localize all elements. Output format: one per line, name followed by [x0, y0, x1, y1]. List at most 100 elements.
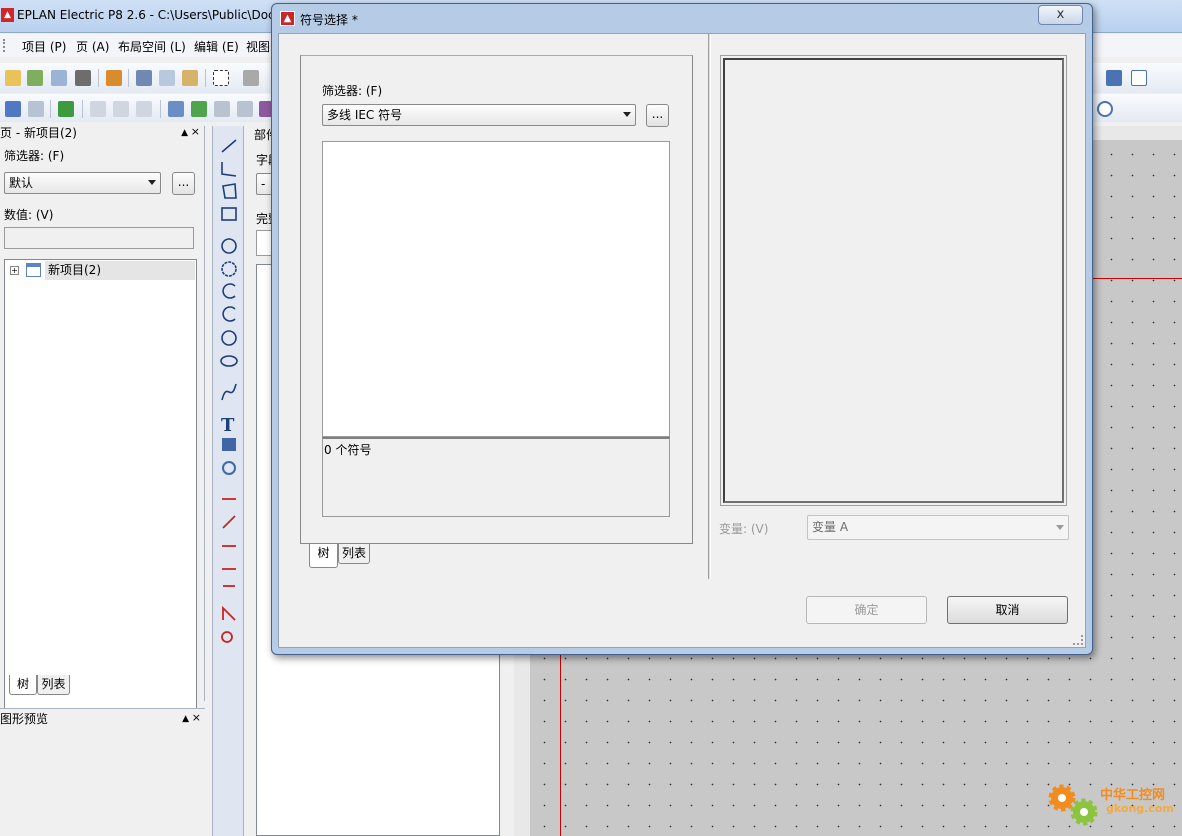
- close-icon[interactable]: ×: [191, 125, 200, 139]
- new-project-icon[interactable]: [5, 70, 21, 86]
- text-frame-icon[interactable]: [1131, 70, 1147, 86]
- tab-list[interactable]: 列表: [338, 544, 370, 564]
- gear-icon: [1048, 784, 1098, 826]
- page-navigator-icon[interactable]: [5, 101, 21, 117]
- eplan-logo-icon: ▲: [1, 8, 14, 22]
- filter-value: 默认: [9, 176, 34, 190]
- line-tool-icon: [221, 139, 237, 153]
- circle-tool-icon: [221, 238, 237, 254]
- chevron-down-icon: [1056, 525, 1064, 530]
- page-border-line-h: [1093, 278, 1182, 279]
- open-project-icon[interactable]: [27, 70, 43, 86]
- crosshair-icon[interactable]: [1097, 101, 1113, 117]
- rectangle-tool-icon: [221, 207, 237, 221]
- dimension-angle-icon: [222, 605, 236, 621]
- dimension-radius-icon: [221, 631, 233, 643]
- preview-panel-title: 图形预览: [0, 712, 49, 726]
- app-title: EPLAN Electric P8 2.6 - C:\Users\Public\…: [17, 8, 283, 22]
- page-panel-title: 页 - 新项目(2): [0, 126, 77, 140]
- copy-icon[interactable]: [159, 70, 175, 86]
- watermark-name: 中华工控网: [1100, 788, 1166, 803]
- arc-tool-icon: [222, 283, 236, 299]
- pin-icon[interactable]: ▲: [181, 126, 188, 140]
- value-input[interactable]: [4, 227, 194, 249]
- watermark-url: gkong.com: [1106, 802, 1174, 815]
- page-navigator-panel: 页 - 新项目(2) ▲ × 筛选器: (F) 默认 ... 数值: (V) +…: [0, 125, 205, 802]
- menu-grip: [3, 39, 6, 52]
- sector-tool-icon: [221, 330, 237, 346]
- menu-project[interactable]: 项目 (P): [22, 38, 66, 55]
- delete-selection-icon[interactable]: [213, 70, 229, 86]
- pin-icon[interactable]: ▲: [182, 712, 189, 726]
- numbering-12-icon[interactable]: [113, 101, 129, 117]
- spline-tool-icon: [221, 383, 237, 401]
- symbol-count: 0 个符号: [324, 443, 372, 457]
- pane-splitter[interactable]: [708, 34, 711, 579]
- arc-3pt-tool-icon: [222, 306, 236, 322]
- chevron-down-icon: [623, 112, 631, 117]
- resize-grip[interactable]: [1073, 635, 1083, 645]
- cancel-button[interactable]: 取消: [947, 596, 1068, 624]
- symbol-filter-value: 多线 IEC 符号: [327, 108, 403, 122]
- symbol-preview-frame: [720, 55, 1067, 506]
- graphic-icon-3[interactable]: [214, 101, 230, 117]
- variant-value: 变量 A: [812, 520, 849, 534]
- menu-layout-space[interactable]: 布局空间 (L): [118, 38, 186, 55]
- print-icon[interactable]: [75, 70, 91, 86]
- page-panel-header: 页 - 新项目(2) ▲ ×: [0, 125, 204, 140]
- graphic-preview-panel: 图形预览 ▲ ×: [0, 708, 205, 836]
- watermark-logo: 中华工控网 gkong.com: [1046, 782, 1176, 830]
- eplan-logo-icon: ▲: [280, 11, 295, 26]
- hyperlink-tool-icon: [222, 461, 236, 475]
- symbol-filter-select[interactable]: 多线 IEC 符号: [322, 104, 636, 126]
- menu-edit[interactable]: 编辑 (E): [194, 38, 239, 55]
- numbering-alt-icon[interactable]: [136, 101, 152, 117]
- filter-more-button[interactable]: ...: [172, 172, 195, 195]
- format-brush-icon[interactable]: [243, 70, 259, 86]
- layout-icon[interactable]: [28, 101, 44, 117]
- preview-panel-header: 图形预览 ▲ ×: [0, 711, 205, 726]
- text-tool-icon: T: [221, 415, 235, 436]
- symbol-preview: [723, 58, 1064, 503]
- check-icon[interactable]: [191, 101, 207, 117]
- page-border-line: [560, 640, 561, 836]
- dialog-close-button[interactable]: x: [1038, 5, 1083, 25]
- variant-label: 变量: (V): [719, 522, 769, 536]
- filter-select[interactable]: 默认: [4, 172, 161, 194]
- variant-select[interactable]: 变量 A: [807, 515, 1069, 540]
- drawing-toolbar: T: [212, 126, 244, 836]
- symbol-filter-more-button[interactable]: ...: [646, 104, 669, 127]
- symbol-info-box: 0 个符号: [322, 437, 670, 517]
- cart-icon[interactable]: [1106, 70, 1122, 86]
- tree-item-project[interactable]: 新项目(2): [45, 261, 195, 280]
- close-icon[interactable]: ×: [192, 711, 201, 725]
- dialog-title: 符号选择 *: [300, 13, 358, 27]
- tab-tree[interactable]: 树: [309, 544, 338, 568]
- tab-tree[interactable]: 树: [9, 675, 37, 695]
- paste-icon[interactable]: [182, 70, 198, 86]
- project-properties-icon[interactable]: [51, 70, 67, 86]
- menu-view[interactable]: 视图: [246, 38, 270, 55]
- expand-icon[interactable]: +: [10, 266, 19, 275]
- value-label: 数值: (V): [4, 208, 54, 222]
- tab-list[interactable]: 列表: [37, 675, 70, 695]
- filter-label: 筛选器: (F): [4, 149, 65, 163]
- symbol-selection-dialog: ▲ 符号选择 * x 筛选器: (F) 多线 IEC 符号 ... 0 个符号 …: [271, 3, 1093, 655]
- dimension-aligned-icon: [222, 515, 236, 529]
- cut-icon[interactable]: [136, 70, 152, 86]
- settings-wrench-icon[interactable]: [106, 70, 122, 86]
- ok-button[interactable]: 确定: [806, 596, 927, 624]
- numbering-123-icon[interactable]: [90, 101, 106, 117]
- graphic-icon-4[interactable]: [237, 101, 253, 117]
- graphic-icon-1[interactable]: [168, 101, 184, 117]
- chevron-down-icon: [148, 180, 156, 185]
- symbol-tree-pane: 筛选器: (F) 多线 IEC 符号 ... 0 个符号: [300, 55, 693, 544]
- polygon-tool-icon: [222, 183, 237, 199]
- menu-page[interactable]: 页 (A): [76, 38, 109, 55]
- circle-3pt-tool-icon: [221, 261, 237, 277]
- project-icon: [26, 263, 41, 277]
- puzzle-parts-icon[interactable]: [58, 101, 74, 117]
- symbol-tree[interactable]: [322, 141, 670, 437]
- filter-label: 筛选器: (F): [322, 84, 383, 98]
- ellipse-tool-icon: [220, 355, 238, 367]
